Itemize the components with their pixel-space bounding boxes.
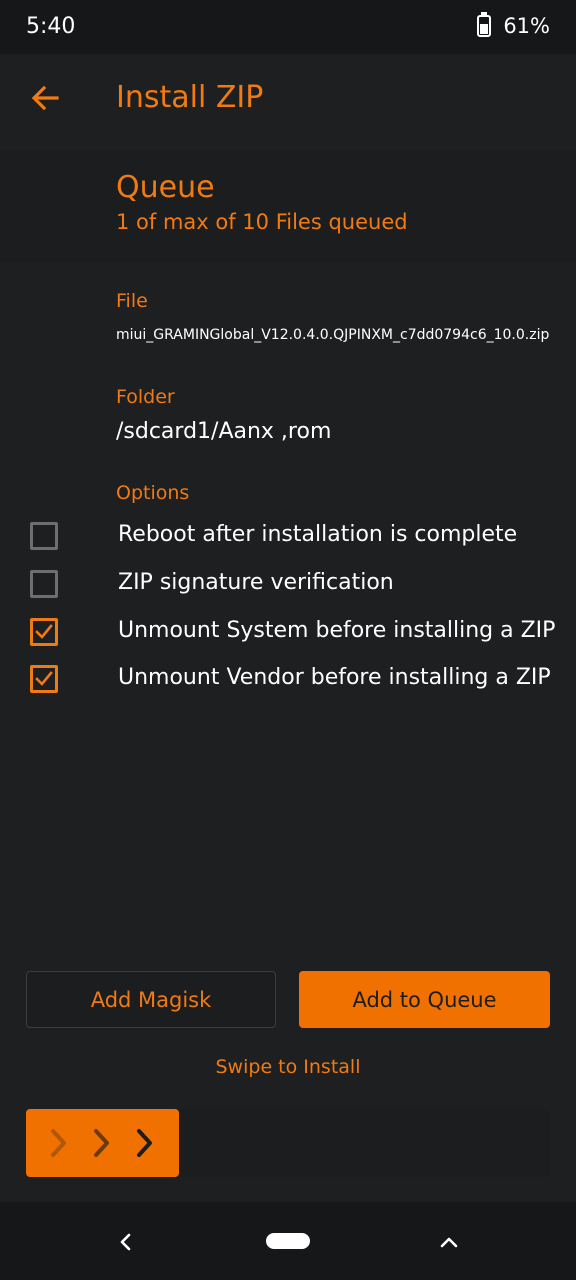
swipe-to-install-label: Swipe to Install: [215, 1056, 361, 1078]
checkbox[interactable]: [30, 618, 58, 646]
add-to-queue-button[interactable]: Add to Queue: [299, 971, 550, 1028]
battery-level: [480, 24, 489, 34]
option-reboot-after-install[interactable]: Reboot after installation is complete: [0, 514, 576, 558]
system-nav-bar: [0, 1202, 576, 1280]
nav-chevron-up-icon[interactable]: [438, 1232, 460, 1252]
nav-home-pill[interactable]: [266, 1233, 310, 1249]
chevrons-right-icon: [51, 1129, 152, 1157]
file-label: File: [116, 290, 148, 312]
option-zip-signature-verification[interactable]: ZIP signature verification: [0, 562, 576, 606]
status-indicators: 61%: [477, 12, 550, 38]
queue-count: 1 of max of 10 Files queued: [116, 210, 408, 234]
status-time: 5:40: [26, 14, 76, 39]
checkbox[interactable]: [30, 570, 58, 598]
install-zip-screen: 5:40 61% Install ZIP Queue 1 of max of 1…: [0, 0, 576, 1280]
checkbox[interactable]: [30, 665, 58, 693]
option-label: ZIP signature verification: [118, 570, 394, 595]
option-unmount-system[interactable]: Unmount System before installing a ZIP: [0, 610, 576, 654]
back-arrow-icon[interactable]: [30, 84, 60, 112]
checkbox[interactable]: [30, 522, 58, 550]
swipe-handle[interactable]: [26, 1109, 179, 1177]
battery-percent: 61%: [503, 14, 550, 38]
checkmark-icon: [35, 624, 53, 639]
nav-back-chevron-icon[interactable]: [116, 1232, 136, 1252]
option-label: Unmount System before installing a ZIP: [118, 618, 556, 643]
page-title: Install ZIP: [116, 80, 264, 115]
checkmark-icon: [35, 671, 53, 686]
option-label: Unmount Vendor before installing a ZIP: [118, 665, 551, 690]
options-label: Options: [116, 482, 190, 504]
folder-label: Folder: [116, 386, 175, 408]
file-name: miui_GRAMINGlobal_V12.0.4.0.QJPINXM_c7dd…: [116, 327, 550, 343]
option-unmount-vendor[interactable]: Unmount Vendor before installing a ZIP: [0, 657, 576, 701]
queue-title: Queue: [116, 170, 215, 205]
status-bar: 5:40 61%: [0, 0, 576, 54]
option-label: Reboot after installation is complete: [118, 522, 518, 547]
queue-section: [0, 150, 576, 262]
add-magisk-button[interactable]: Add Magisk: [26, 971, 276, 1028]
folder-path: /sdcard1/Aanx ,rom: [116, 419, 332, 444]
battery-icon: [477, 12, 492, 37]
